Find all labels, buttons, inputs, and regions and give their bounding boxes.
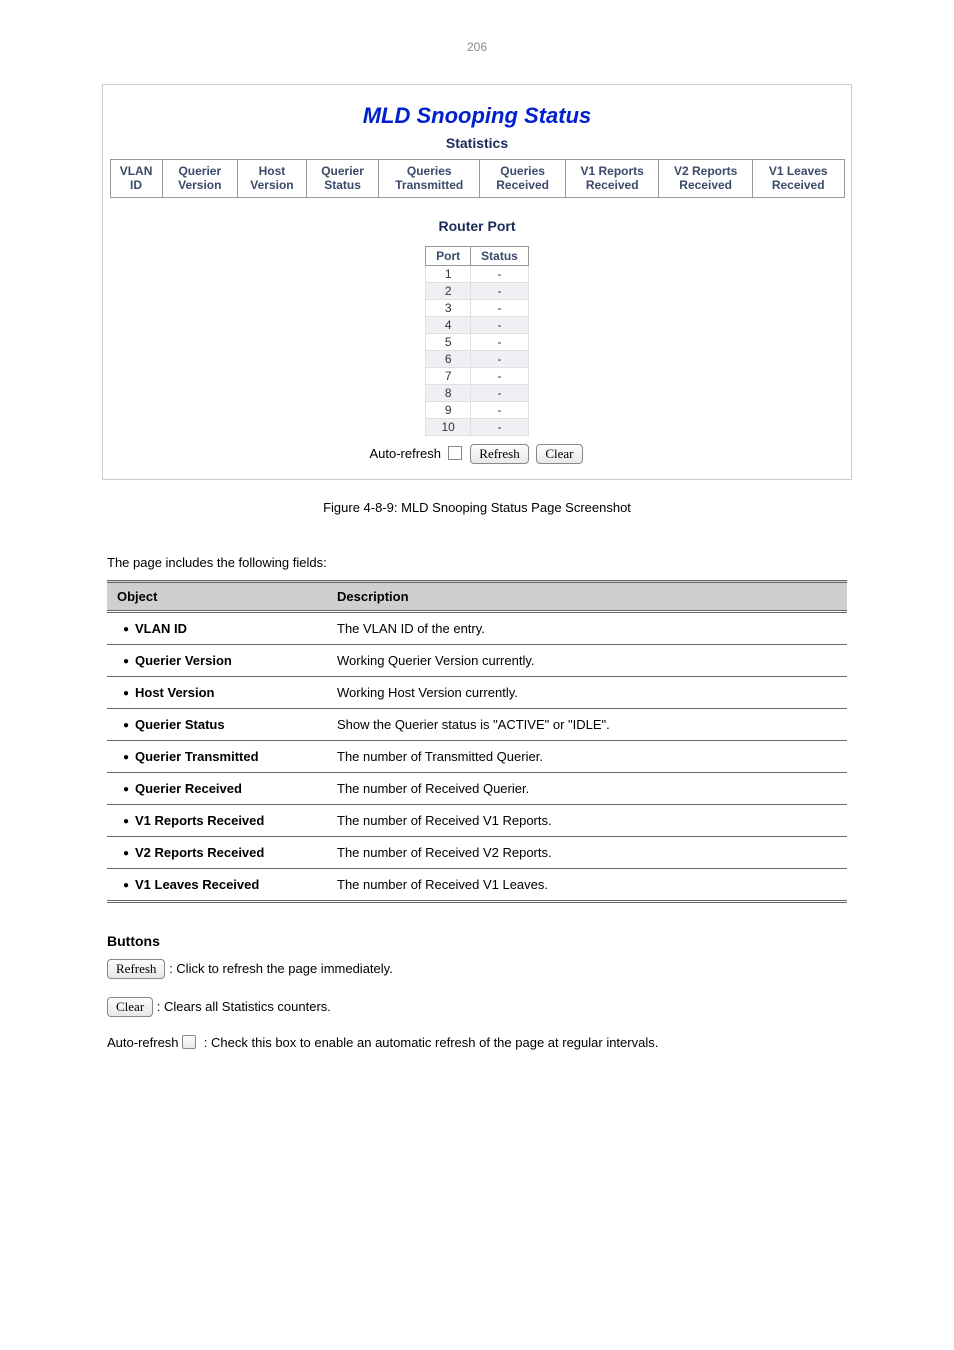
- router-col-port: Port: [426, 246, 471, 265]
- col-v1-reports: V1 Reports Received: [565, 160, 658, 198]
- figure-panel: MLD Snooping Status Statistics VLAN ID Q…: [102, 84, 852, 480]
- clear-button-desc: : Clears all Statistics counters.: [157, 999, 331, 1014]
- auto-refresh-inline-label: Auto-refresh: [107, 1035, 179, 1050]
- table-row: 7-: [426, 367, 529, 384]
- clear-button-inline[interactable]: Clear: [107, 997, 153, 1017]
- figure-title: MLD Snooping Status: [103, 103, 851, 129]
- auto-refresh-checkbox[interactable]: [448, 446, 462, 460]
- col-queries-transmitted: Queries Transmitted: [379, 160, 480, 198]
- clear-button-row: Clear : Clears all Statistics counters.: [107, 997, 847, 1017]
- table-row: ●Querier TransmittedThe number of Transm…: [107, 740, 847, 772]
- table-row: 6-: [426, 350, 529, 367]
- refresh-button[interactable]: Refresh: [470, 444, 528, 464]
- auto-refresh-desc: : Check this box to enable an automatic …: [204, 1035, 659, 1050]
- statistics-table: VLAN ID Querier Version Host Version Que…: [110, 159, 845, 198]
- col-queries-received: Queries Received: [480, 160, 566, 198]
- desc-head-description: Description: [327, 581, 847, 611]
- table-row: 4-: [426, 316, 529, 333]
- clear-button[interactable]: Clear: [536, 444, 582, 464]
- auto-refresh-checkbox-inline[interactable]: [182, 1035, 196, 1049]
- router-col-status: Status: [471, 246, 529, 265]
- table-row: ●Querier StatusShow the Querier status i…: [107, 708, 847, 740]
- table-row: ●V2 Reports ReceivedThe number of Receiv…: [107, 836, 847, 868]
- table-row: ●Host VersionWorking Host Version curren…: [107, 676, 847, 708]
- table-row: 8-: [426, 384, 529, 401]
- table-row: ●V1 Leaves ReceivedThe number of Receive…: [107, 868, 847, 901]
- auto-refresh-label: Auto-refresh: [369, 446, 441, 461]
- figure-caption: Figure 4-8-9: MLD Snooping Status Page S…: [0, 500, 954, 515]
- page-number: 206: [0, 40, 954, 54]
- refresh-button-row: Refresh : Click to refresh the page imme…: [107, 959, 847, 979]
- table-row: ●Querier ReceivedThe number of Received …: [107, 772, 847, 804]
- col-v1-leaves: V1 Leaves Received: [752, 160, 844, 198]
- table-row: 3-: [426, 299, 529, 316]
- table-row: 2-: [426, 282, 529, 299]
- col-querier-version: Querier Version: [162, 160, 238, 198]
- col-v2-reports: V2 Reports Received: [659, 160, 752, 198]
- table-row: ●Querier VersionWorking Querier Version …: [107, 644, 847, 676]
- table-row: 1-: [426, 265, 529, 282]
- refresh-button-desc: : Click to refresh the page immediately.: [169, 961, 393, 976]
- router-port-title: Router Port: [103, 218, 851, 234]
- table-row: 10-: [426, 418, 529, 435]
- col-vlan-id: VLAN ID: [110, 160, 162, 198]
- table-row: 5-: [426, 333, 529, 350]
- statistics-header-row: VLAN ID Querier Version Host Version Que…: [110, 160, 844, 198]
- desc-head-object: Object: [107, 581, 327, 611]
- table-row: 9-: [426, 401, 529, 418]
- buttons-section-title: Buttons: [107, 933, 847, 949]
- refresh-button-inline[interactable]: Refresh: [107, 959, 165, 979]
- controls-row: Auto-refresh Refresh Clear: [103, 444, 851, 464]
- col-querier-status: Querier Status: [306, 160, 378, 198]
- auto-refresh-row: Auto-refresh : Check this box to enable …: [107, 1035, 847, 1050]
- description-table: Object Description ●VLAN IDThe VLAN ID o…: [107, 580, 847, 903]
- router-port-table: Port Status 1- 2- 3- 4- 5- 6- 7- 8- 9- 1…: [425, 246, 529, 436]
- intro-text: The page includes the following fields:: [107, 555, 847, 570]
- table-row: ●VLAN IDThe VLAN ID of the entry.: [107, 611, 847, 644]
- statistics-subtitle: Statistics: [103, 135, 851, 151]
- table-row: ●V1 Reports ReceivedThe number of Receiv…: [107, 804, 847, 836]
- col-host-version: Host Version: [238, 160, 307, 198]
